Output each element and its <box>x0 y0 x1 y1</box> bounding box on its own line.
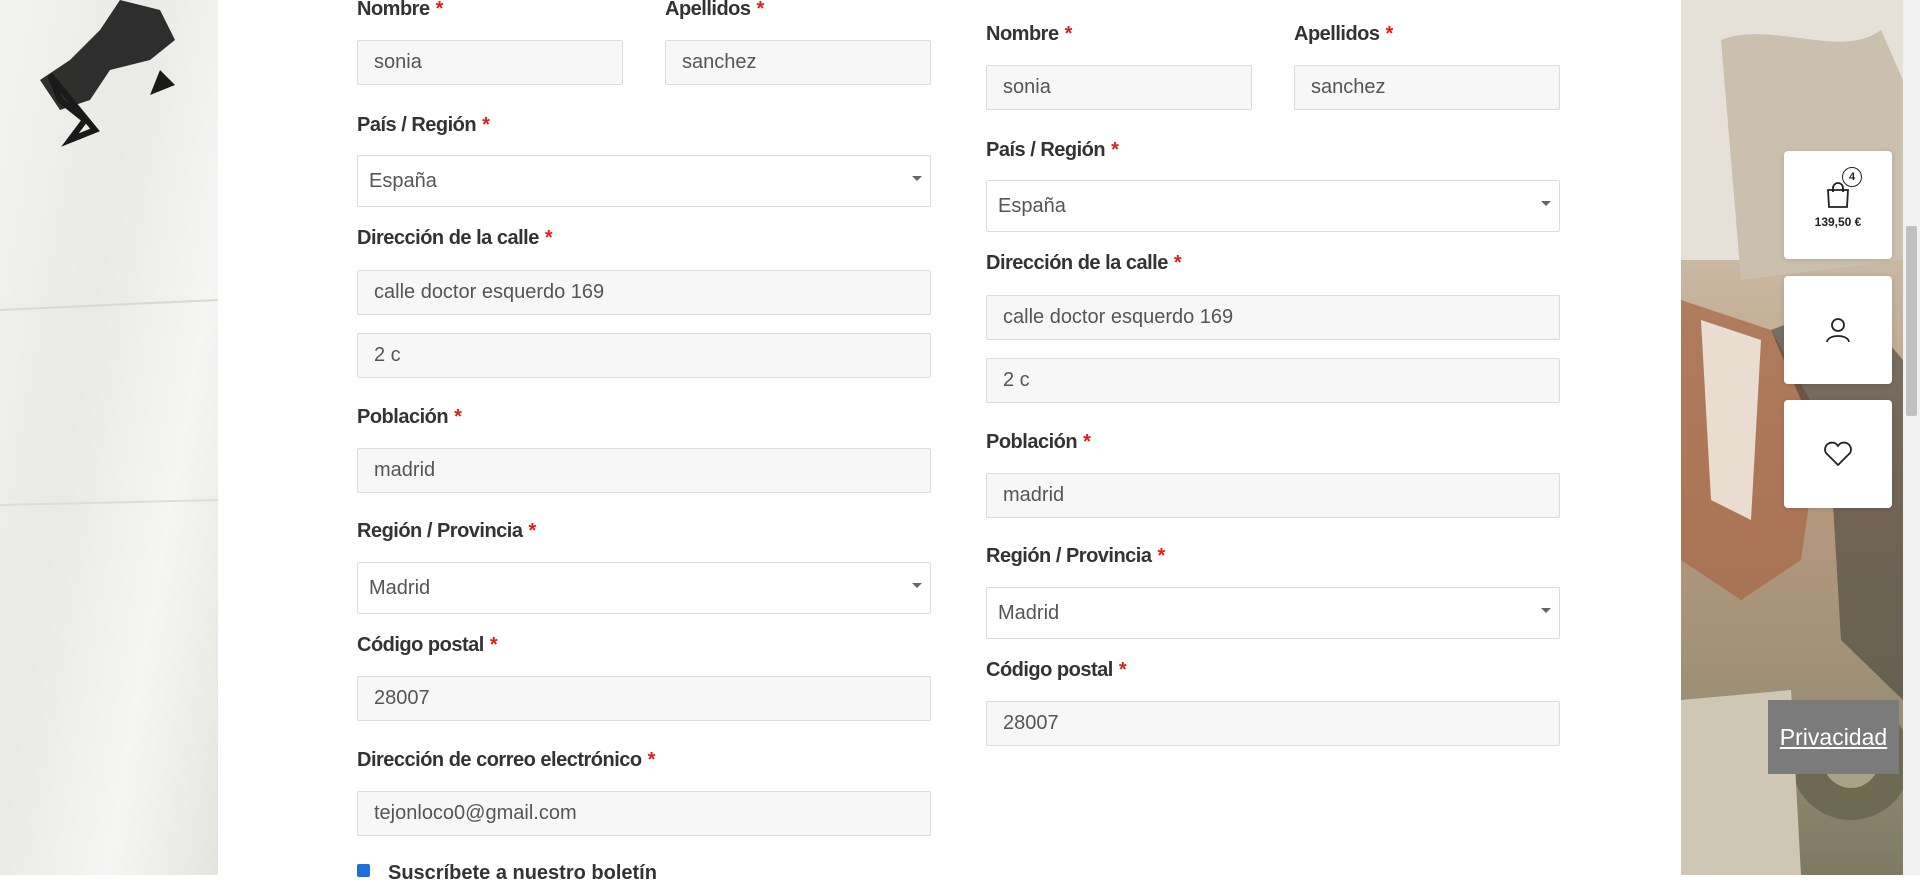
scrollbar-thumb[interactable] <box>1906 226 1917 416</box>
account-card[interactable] <box>1784 276 1892 384</box>
country-select[interactable]: España <box>357 155 931 207</box>
ship-last-name-label: Apellidos * <box>1294 23 1393 45</box>
ship-country-select-value: España <box>998 195 1066 217</box>
user-icon <box>1826 318 1850 343</box>
postcode-label: Código postal * <box>357 634 498 656</box>
region-select[interactable]: Madrid <box>357 562 931 614</box>
ship-country-label: País / Región * <box>986 139 1119 161</box>
ship-postcode-input[interactable]: 28007 <box>986 701 1560 746</box>
ship-last-name-input[interactable]: sanchez <box>1294 65 1560 110</box>
chevron-down-icon <box>1541 201 1551 206</box>
country-select-value: España <box>369 170 437 192</box>
newsletter-label: Suscríbete a nuestro boletín <box>388 862 657 884</box>
street-label: Dirección de la calle * <box>357 227 553 249</box>
ship-street-input[interactable]: calle doctor esquerdo 169 <box>986 295 1560 340</box>
ship-street-input-2[interactable]: 2 c <box>986 358 1560 403</box>
ship-region-select-value: Madrid <box>998 602 1060 624</box>
ship-street-label: Dirección de la calle * <box>986 252 1182 274</box>
cart-count-badge: 4 <box>1842 167 1862 187</box>
ship-city-input[interactable]: madrid <box>986 473 1560 518</box>
city-input[interactable]: madrid <box>357 448 931 493</box>
last-name-label: Apellidos * <box>665 0 764 20</box>
first-name-input[interactable]: sonia <box>357 40 623 85</box>
chevron-down-icon <box>912 583 922 588</box>
privacy-link[interactable]: Privacidad <box>1780 724 1887 751</box>
privacy-button[interactable]: Privacidad <box>1768 700 1899 774</box>
page-scrollbar[interactable] <box>1903 0 1920 875</box>
email-label: Dirección de correo electrónico * <box>357 749 655 771</box>
newsletter-row[interactable]: Suscríbete a nuestro boletín <box>357 862 657 885</box>
ship-city-label: Población * <box>986 431 1091 453</box>
chevron-down-icon <box>912 176 922 181</box>
city-label: Población * <box>357 406 462 428</box>
ship-postcode-label: Código postal * <box>986 659 1127 681</box>
email-input[interactable]: tejonloco0@gmail.com <box>357 791 931 836</box>
street-input[interactable]: calle doctor esquerdo 169 <box>357 270 931 315</box>
cart-card[interactable]: 4 139,50 € <box>1784 151 1892 259</box>
street-input-2[interactable]: 2 c <box>357 333 931 378</box>
wishlist-card[interactable] <box>1784 400 1892 508</box>
newsletter-checkbox[interactable] <box>357 864 370 878</box>
heart-icon <box>1824 441 1852 466</box>
checkout-content: Nombre * sonia Apellidos * sanchez País / … <box>218 0 1681 884</box>
cart-amount: 139,50 € <box>1814 215 1862 229</box>
first-name-label: Nombre * <box>357 0 443 20</box>
region-label: Región / Provincia * <box>357 520 536 542</box>
last-name-input[interactable]: sanchez <box>665 40 931 85</box>
ship-first-name-label: Nombre * <box>986 23 1072 45</box>
background-artwork-left <box>0 0 218 875</box>
ship-country-select[interactable]: España <box>986 180 1560 232</box>
postcode-input[interactable]: 28007 <box>357 676 931 721</box>
ship-first-name-input[interactable]: sonia <box>986 65 1252 110</box>
artwork-ink-left <box>0 0 218 506</box>
region-select-value: Madrid <box>369 577 431 599</box>
ship-region-label: Región / Provincia * <box>986 545 1165 567</box>
chevron-down-icon <box>1541 608 1551 613</box>
ship-region-select[interactable]: Madrid <box>986 587 1560 639</box>
country-label: País / Región * <box>357 114 490 136</box>
